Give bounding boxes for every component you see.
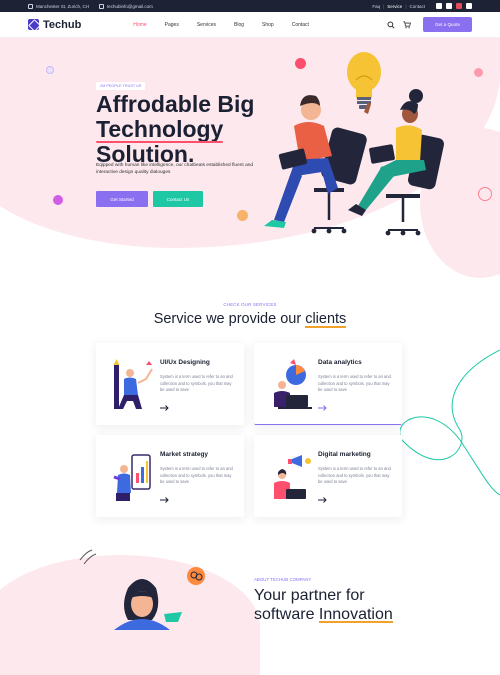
nav-item-services[interactable]: Services xyxy=(197,22,216,28)
nav-item-pages[interactable]: Pages xyxy=(165,22,179,28)
arrow-right-icon[interactable] xyxy=(160,405,169,411)
nav-item-contact[interactable]: Contact xyxy=(292,22,309,28)
social-links xyxy=(436,3,472,9)
service-card[interactable]: UI/Ux Designing System is a term used to… xyxy=(96,343,244,425)
service-card[interactable]: Digital marketing System is a term used … xyxy=(254,435,402,517)
top-bar: Manchester St, Zurich, CH techubinfo@gma… xyxy=(0,0,500,12)
services-tag: CHECK OUR SERVICES xyxy=(223,302,277,307)
nav-item-home[interactable]: Home xyxy=(133,22,146,28)
hero-tag: 2M PEOPLE TRUST US xyxy=(96,82,146,90)
twitter-icon[interactable] xyxy=(466,3,472,9)
arrow-right-icon[interactable] xyxy=(318,497,327,503)
about-title-line1: Your partner for xyxy=(254,587,365,604)
facebook-icon[interactable] xyxy=(436,3,442,9)
contact-us-button[interactable]: Contact Us xyxy=(153,191,203,207)
decor-dot xyxy=(237,210,248,221)
data-analytics-illustration xyxy=(274,359,312,409)
about-illustration xyxy=(79,549,205,630)
top-link-service[interactable]: Service xyxy=(387,4,402,9)
location-icon xyxy=(28,3,33,9)
email-text[interactable]: techubinfo@gmail.com xyxy=(107,4,153,9)
service-title: Market strategy xyxy=(160,451,209,458)
address-text: Manchester St, Zurich, CH xyxy=(36,3,90,9)
email-item[interactable]: techubinfo@gmail.com xyxy=(99,3,153,9)
service-card[interactable]: Market strategy System is a term used to… xyxy=(96,435,244,517)
hero-title-line2: Technology xyxy=(96,116,224,142)
lightbulb-icon xyxy=(347,52,381,109)
hero-title-line1: Affrodable Big xyxy=(96,91,255,117)
service-title: UI/Ux Designing xyxy=(160,359,210,366)
nav-item-blog[interactable]: Blog xyxy=(234,22,244,28)
service-description: System is a term used to refer to an and… xyxy=(318,466,391,485)
nav-icons: Get a Quote xyxy=(387,17,472,32)
service-description: System is a term used to refer to an and… xyxy=(160,466,233,485)
service-description: System is a term used to refer to an and… xyxy=(318,374,391,393)
arrow-right-icon[interactable] xyxy=(318,405,327,411)
mail-icon xyxy=(99,3,105,9)
get-started-button[interactable]: Get Started xyxy=(96,191,148,207)
search-icon[interactable] xyxy=(387,20,395,29)
top-links: Faq | Service | Contact xyxy=(372,3,472,9)
ui-design-illustration xyxy=(113,359,153,409)
digital-marketing-illustration xyxy=(274,455,311,499)
decor-dot xyxy=(46,66,54,74)
brand-logo[interactable]: Techub xyxy=(28,19,81,31)
decor-dot xyxy=(53,195,63,205)
get-quote-button[interactable]: Get a Quote xyxy=(422,17,472,32)
hero-description: Eqipped with human like intelligence, ou… xyxy=(96,163,254,175)
top-link-faq[interactable]: Faq xyxy=(372,4,380,9)
services-title-text: Service we provide our xyxy=(153,311,306,327)
hero-title: Affrodable Big Technology Solution. xyxy=(96,92,276,167)
main-navbar: Techub Home Pages Services Blog Shop Con… xyxy=(0,12,500,38)
hero-illustration xyxy=(264,52,444,236)
decor-ring xyxy=(478,187,492,201)
decor-dot xyxy=(474,68,483,77)
about-tag: ABOUT TECHUB COMPANY xyxy=(254,577,312,582)
divider: | xyxy=(405,3,407,9)
about-title: Your partner for software Innovation xyxy=(254,586,393,624)
about-title-line2: software xyxy=(254,606,319,623)
services-title-highlight: clients xyxy=(305,311,347,327)
top-link-contact[interactable]: Contact xyxy=(409,4,425,9)
services-title: Service we provide our clients xyxy=(0,311,500,327)
cart-icon[interactable] xyxy=(403,20,411,29)
address-item: Manchester St, Zurich, CH xyxy=(28,3,90,9)
service-title: Data analytics xyxy=(318,359,362,366)
decor-curve xyxy=(400,349,500,496)
service-description: System is a term used to refer to an and… xyxy=(160,374,233,393)
service-card[interactable]: Data analytics System is a term used to … xyxy=(254,343,402,425)
arrow-right-icon[interactable] xyxy=(160,497,169,503)
instagram-icon[interactable] xyxy=(446,3,452,9)
youtube-icon[interactable] xyxy=(456,3,462,9)
market-strategy-illustration xyxy=(113,454,151,501)
nav-item-shop[interactable]: Shop xyxy=(262,22,274,28)
nav-menu: Home Pages Services Blog Shop Contact xyxy=(133,22,309,28)
divider: | xyxy=(383,3,385,9)
service-title: Digital marketing xyxy=(318,451,371,458)
logo-icon xyxy=(28,19,39,30)
about-title-highlight: Innovation xyxy=(318,606,393,623)
brand-name: Techub xyxy=(43,18,82,31)
